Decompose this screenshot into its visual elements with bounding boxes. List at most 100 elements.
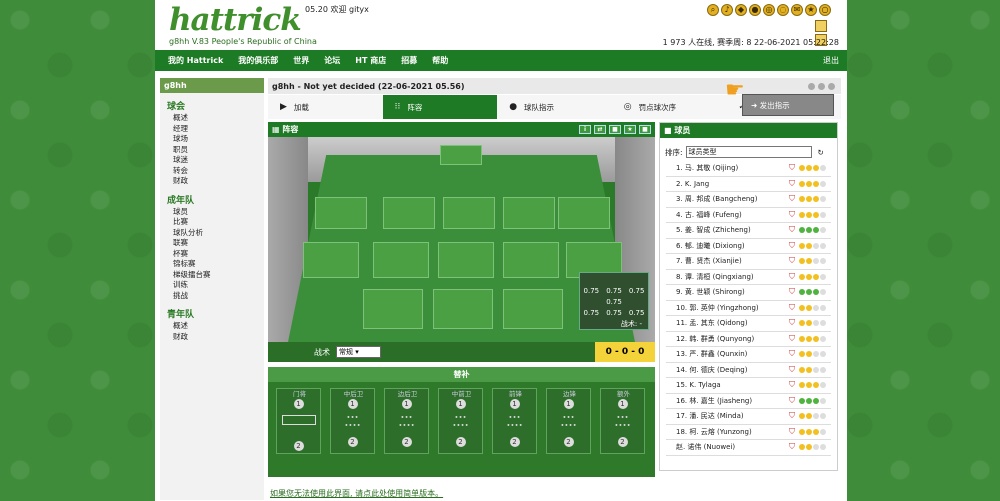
player-row[interactable]: 3. 周. 邦成 (Bangcheng) ⛉	[666, 192, 831, 208]
sidebar-section-youth[interactable]: 青年队	[167, 307, 264, 320]
country-link[interactable]: People's Republic of China	[212, 37, 317, 46]
nav-my-hattrick[interactable]: 我的 Hattrick	[168, 55, 223, 66]
sub-slot-winger[interactable]: 边锋 1 ∙∙∙ ∙∙∙∙ 2	[546, 388, 591, 454]
shirt-icon[interactable]: ■	[609, 125, 621, 134]
player-row[interactable]: 10. 郭. 英仲 (Yingzhong) ⛉	[666, 301, 831, 316]
swap-icon[interactable]: ⇄	[594, 125, 606, 134]
captain-icon[interactable]: ■	[639, 125, 651, 134]
hat-icon[interactable]: ◆	[735, 4, 747, 16]
sidebar-section-senior[interactable]: 成年队	[167, 193, 264, 206]
nav-forum[interactable]: 论坛	[324, 55, 340, 66]
position-slot[interactable]	[558, 197, 610, 229]
sidebar-item[interactable]: 训练	[173, 280, 264, 291]
logout-link[interactable]: 退出	[823, 55, 839, 66]
player-row[interactable]: 赵. 诺伟 (Nuowei) ⛉	[666, 440, 831, 456]
star-icon[interactable]: ★	[624, 125, 636, 134]
position-slot[interactable]	[443, 197, 495, 229]
nav-help[interactable]: 帮助	[432, 55, 448, 66]
position-slot[interactable]	[503, 242, 559, 278]
medal-icon[interactable]: ●	[749, 4, 761, 16]
sidebar-item[interactable]: 挑战	[173, 291, 264, 302]
position-slot[interactable]	[315, 197, 367, 229]
sidebar-item[interactable]: 梯级擂台赛	[173, 270, 264, 281]
sidebar-item[interactable]: 职员	[173, 145, 264, 156]
sidebar-item[interactable]: 财政	[173, 176, 264, 187]
nav-world[interactable]: 世界	[293, 55, 309, 66]
info-icon[interactable]: i	[579, 125, 591, 134]
sidebar-item[interactable]: 球员	[173, 207, 264, 218]
player-row[interactable]: 6. 郁. 迪曦 (Dixiong) ⛉	[666, 239, 831, 254]
player-row[interactable]: 12. 韩. 群勇 (Qunyong) ⛉	[666, 332, 831, 347]
position-slot[interactable]	[433, 289, 493, 329]
send-orders-button[interactable]: ➜ 发出指示	[742, 94, 834, 116]
position-slot[interactable]	[363, 289, 423, 329]
player-row[interactable]: 5. 姜. 智成 (Zhicheng) ⛉	[666, 223, 831, 239]
sidebar-title[interactable]: g8hh	[160, 78, 264, 93]
help-icon[interactable]	[808, 82, 815, 90]
player-row[interactable]: 16. 林. 嘉生 (Jiasheng) ⛉	[666, 394, 831, 409]
chat-icon[interactable]: ◌	[777, 4, 789, 16]
step-penalty-order[interactable]: ◎ 罚点球次序	[612, 95, 727, 119]
close-icon[interactable]	[828, 82, 835, 90]
player-row[interactable]: 2. K. Jang ⛉	[666, 177, 831, 192]
tactic-select[interactable]: 常规 ▾	[336, 346, 381, 358]
step-load[interactable]: ▶ 加载	[268, 95, 383, 119]
sidebar-section-club[interactable]: 球会	[167, 99, 264, 112]
version-link[interactable]: g8hh V.83	[169, 37, 209, 46]
form-dot	[813, 258, 819, 265]
sidebar-item[interactable]: 概述	[173, 321, 264, 332]
position-slot[interactable]	[503, 289, 563, 329]
sidebar-item[interactable]: 经理	[173, 124, 264, 135]
player-row[interactable]: 14. 何. 德庆 (Deqing) ⛉	[666, 363, 831, 378]
player-row[interactable]: 4. 古. 福峰 (Fufeng) ⛉	[666, 208, 831, 223]
sub-slot-extra[interactable]: 额外 1 ∙∙∙ ∙∙∙∙ 2	[600, 388, 645, 454]
mail-icon[interactable]: ✉	[791, 4, 803, 16]
player-row[interactable]: 7. 曹. 贤杰 (Xianjie) ⛉	[666, 254, 831, 270]
sidebar-item[interactable]: 球队分析	[173, 228, 264, 239]
ball-icon[interactable]: ○	[819, 4, 831, 16]
position-slot[interactable]	[383, 197, 435, 229]
sidebar-item[interactable]: 财政	[173, 332, 264, 343]
player-row[interactable]: 17. 潘. 民达 (Minda) ⛉	[666, 409, 831, 425]
simple-version-link[interactable]: 如果您无法使用此界面, 请点此处使用简单版本。	[270, 488, 443, 499]
sub-slot-central-defender[interactable]: 中后卫 1 ∙∙∙ ∙∙∙∙ 2	[330, 388, 375, 454]
sub-slot-wing-back[interactable]: 边后卫 1 ∙∙∙ ∙∙∙∙ 2	[384, 388, 429, 454]
sidebar-item[interactable]: 球迷	[173, 155, 264, 166]
sidebar-item[interactable]: 概述	[173, 113, 264, 124]
sidebar-item[interactable]: 杯赛	[173, 249, 264, 260]
player-row[interactable]: 8. 谭. 清桓 (Qingxiang) ⛉	[666, 270, 831, 285]
sub-slot-forward[interactable]: 前锋 1 ∙∙∙ ∙∙∙∙ 2	[492, 388, 537, 454]
nav-my-club[interactable]: 我的俱乐部	[238, 55, 278, 66]
position-slot[interactable]	[438, 242, 494, 278]
star-icon[interactable]: ★	[805, 4, 817, 16]
sub-slot-inner-midfield[interactable]: 中前卫 1 ∙∙∙ ∙∙∙∙ 2	[438, 388, 483, 454]
player-row[interactable]: 18. 柯. 云熔 (Yunzong) ⛉	[666, 425, 831, 440]
target-icon[interactable]: ◎	[763, 4, 775, 16]
step-lineup[interactable]: ⁝⁝ 阵容	[382, 95, 498, 119]
notes-icon[interactable]	[815, 20, 827, 32]
position-slot[interactable]	[503, 197, 555, 229]
sub-slot-goalkeeper[interactable]: 门将 1 2	[276, 388, 321, 454]
search-icon[interactable]: ⌕	[707, 4, 719, 16]
bell-icon[interactable]: ♪	[721, 4, 733, 16]
step-team-instructions[interactable]: ● 球队指示	[497, 95, 612, 119]
player-row[interactable]: 13. 严. 群鑫 (Qunxin) ⛉	[666, 347, 831, 363]
hattrick-logo[interactable]: hattrick	[169, 2, 302, 38]
sidebar-item[interactable]: 联赛	[173, 238, 264, 249]
position-slot[interactable]	[373, 242, 429, 278]
sort-select[interactable]: 球员类型	[685, 146, 812, 158]
sidebar-item[interactable]: 锦标赛	[173, 259, 264, 270]
nav-recruit[interactable]: 招募	[401, 55, 417, 66]
sidebar-item[interactable]: 比赛	[173, 217, 264, 228]
position-slot-goalkeeper[interactable]	[440, 145, 482, 165]
player-row[interactable]: 9. 黄. 世颖 (Shirong) ⛉	[666, 285, 831, 301]
sidebar-item[interactable]: 转会	[173, 166, 264, 177]
player-row[interactable]: 15. K. Tylaga ⛉	[666, 378, 831, 394]
refresh-icon[interactable]: ↻	[818, 148, 824, 157]
position-slot[interactable]	[303, 242, 359, 278]
player-row[interactable]: 11. 孟. 其东 (Qidong) ⛉	[666, 316, 831, 332]
nav-shop[interactable]: HT 商店	[355, 55, 386, 66]
settings-icon[interactable]	[818, 82, 825, 90]
player-row[interactable]: 1. 马. 其敬 (Qijing) ⛉	[666, 161, 831, 177]
sidebar-item[interactable]: 球场	[173, 134, 264, 145]
